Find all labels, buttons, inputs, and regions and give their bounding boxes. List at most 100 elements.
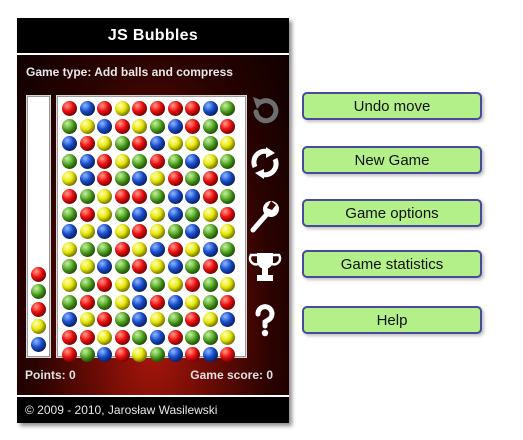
- ball-blue[interactable]: [97, 224, 113, 240]
- ball-green[interactable]: [62, 259, 77, 275]
- ball-yellow[interactable]: [114, 294, 130, 310]
- ball-red[interactable]: [185, 101, 201, 116]
- ball-yellow[interactable]: [97, 206, 113, 222]
- ball-green[interactable]: [150, 118, 165, 134]
- ball-blue[interactable]: [167, 189, 183, 204]
- ball-red[interactable]: [150, 153, 165, 169]
- ball-red[interactable]: [185, 312, 201, 328]
- ball-blue[interactable]: [132, 294, 148, 310]
- ball-red[interactable]: [62, 347, 77, 363]
- ball-green[interactable]: [132, 153, 148, 169]
- ball-yellow[interactable]: [62, 171, 77, 187]
- ball-green[interactable]: [167, 153, 183, 169]
- ball-green[interactable]: [167, 312, 183, 328]
- ball-red[interactable]: [114, 118, 130, 134]
- ball-yellow[interactable]: [114, 277, 130, 292]
- ball-red[interactable]: [114, 347, 130, 363]
- ball-red[interactable]: [202, 259, 218, 275]
- ball-green[interactable]: [79, 277, 95, 292]
- ball-green[interactable]: [202, 294, 218, 310]
- ball-green[interactable]: [202, 329, 218, 345]
- ball-red[interactable]: [114, 241, 130, 257]
- ball-red[interactable]: [114, 189, 130, 204]
- ball-yellow[interactable]: [114, 101, 130, 116]
- ball-green[interactable]: [185, 206, 201, 222]
- ball-red[interactable]: [185, 277, 201, 292]
- ball-blue[interactable]: [150, 329, 165, 345]
- ball-yellow[interactable]: [79, 312, 95, 328]
- ball-yellow[interactable]: [150, 171, 165, 187]
- ball-blue[interactable]: [167, 206, 183, 222]
- ball-green[interactable]: [220, 101, 236, 116]
- ball-yellow[interactable]: [114, 224, 130, 240]
- ball-green[interactable]: [79, 189, 95, 204]
- help-icon[interactable]: [247, 303, 283, 339]
- ball-blue[interactable]: [167, 259, 183, 275]
- ball-yellow[interactable]: [132, 347, 148, 363]
- ball-green[interactable]: [97, 241, 113, 257]
- ball-green[interactable]: [62, 118, 77, 134]
- ball-yellow[interactable]: [79, 118, 95, 134]
- ball-blue[interactable]: [202, 347, 218, 363]
- ball-red[interactable]: [97, 153, 113, 169]
- ball-blue[interactable]: [220, 171, 236, 187]
- ball-red[interactable]: [114, 329, 130, 345]
- game-options-button[interactable]: Game options: [302, 199, 482, 227]
- ball-blue[interactable]: [150, 241, 165, 257]
- ball-yellow[interactable]: [62, 277, 77, 292]
- ball-yellow[interactable]: [185, 241, 201, 257]
- ball-red[interactable]: [185, 118, 201, 134]
- ball-green[interactable]: [202, 136, 218, 152]
- ball-blue[interactable]: [62, 224, 77, 240]
- ball-blue[interactable]: [220, 312, 236, 328]
- ball-green[interactable]: [185, 171, 201, 187]
- ball-yellow[interactable]: [97, 329, 113, 345]
- undo-icon[interactable]: [247, 93, 283, 129]
- ball-green[interactable]: [220, 153, 236, 169]
- ball-yellow[interactable]: [220, 224, 236, 240]
- wrench-icon[interactable]: [247, 198, 283, 234]
- ball-green[interactable]: [202, 224, 218, 240]
- ball-blue[interactable]: [202, 241, 218, 257]
- ball-green[interactable]: [114, 206, 130, 222]
- game-board[interactable]: [56, 95, 247, 363]
- ball-yellow[interactable]: [97, 189, 113, 204]
- ball-blue[interactable]: [185, 224, 201, 240]
- ball-blue[interactable]: [132, 277, 148, 292]
- ball-green[interactable]: [202, 277, 218, 292]
- ball-green[interactable]: [167, 224, 183, 240]
- undo-move-button[interactable]: Undo move: [302, 92, 482, 120]
- ball-red[interactable]: [79, 136, 95, 152]
- ball-red[interactable]: [79, 294, 95, 310]
- ball-red[interactable]: [132, 259, 148, 275]
- ball-blue[interactable]: [150, 136, 165, 152]
- ball-red[interactable]: [150, 101, 165, 116]
- ball-green[interactable]: [150, 347, 165, 363]
- ball-yellow[interactable]: [150, 224, 165, 240]
- ball-blue[interactable]: [167, 118, 183, 134]
- new-game-icon[interactable]: [247, 145, 283, 181]
- ball-yellow[interactable]: [150, 312, 165, 328]
- ball-red[interactable]: [79, 206, 95, 222]
- ball-green[interactable]: [220, 241, 236, 257]
- new-game-button[interactable]: New Game: [302, 146, 482, 174]
- ball-yellow[interactable]: [220, 136, 236, 152]
- ball-green[interactable]: [114, 312, 130, 328]
- ball-red[interactable]: [97, 101, 113, 116]
- ball-red[interactable]: [167, 171, 183, 187]
- ball-yellow[interactable]: [220, 277, 236, 292]
- ball-green[interactable]: [202, 118, 218, 134]
- ball-red[interactable]: [220, 294, 236, 310]
- ball-blue[interactable]: [79, 171, 95, 187]
- ball-blue[interactable]: [132, 312, 148, 328]
- ball-red[interactable]: [220, 206, 236, 222]
- ball-yellow[interactable]: [150, 259, 165, 275]
- ball-blue[interactable]: [185, 153, 201, 169]
- ball-yellow[interactable]: [132, 118, 148, 134]
- ball-blue[interactable]: [185, 189, 201, 204]
- ball-blue[interactable]: [167, 294, 183, 310]
- ball-red[interactable]: [202, 171, 218, 187]
- ball-yellow[interactable]: [202, 206, 218, 222]
- ball-green[interactable]: [185, 259, 201, 275]
- ball-red[interactable]: [167, 241, 183, 257]
